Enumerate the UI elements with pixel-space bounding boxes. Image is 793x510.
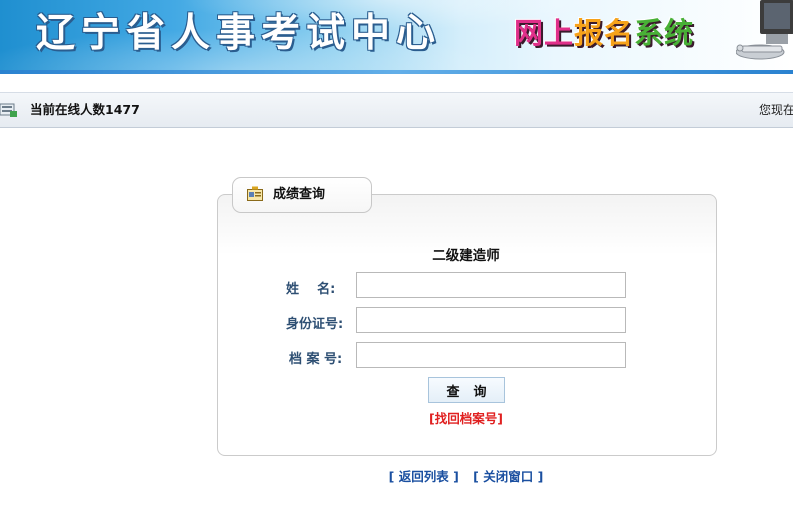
status-bar: 当前在线人数1477 您现在 bbox=[0, 92, 793, 128]
exam-name: 二级建造师 bbox=[432, 248, 500, 264]
id-number-label: 身份证号: bbox=[286, 317, 344, 332]
query-button[interactable]: 查询 bbox=[428, 377, 505, 403]
welcome-text: 您现在 bbox=[759, 103, 793, 117]
online-count-label: 当前在线人数1477 bbox=[30, 102, 140, 117]
footer-links: [ 返回列表 ] [ 关闭窗口 ] bbox=[217, 468, 715, 486]
name-input[interactable] bbox=[356, 272, 626, 298]
computer-icon bbox=[736, 0, 793, 60]
back-to-list-link[interactable]: [ 返回列表 ] bbox=[389, 469, 459, 484]
panel-title: 成绩查询 bbox=[273, 187, 326, 202]
panel-tab: 成绩查询 bbox=[232, 177, 372, 213]
certificate-icon bbox=[247, 186, 263, 201]
archive-number-input[interactable] bbox=[356, 342, 626, 368]
site-title: 辽宁省人事考试中心 bbox=[36, 11, 442, 56]
status-bar-icon bbox=[0, 103, 17, 117]
system-title: 网上报名系统 bbox=[514, 16, 695, 50]
name-label: 姓 名: bbox=[286, 282, 336, 297]
banner-divider bbox=[0, 70, 793, 74]
find-archive-number-link[interactable]: [找回档案号] bbox=[217, 410, 715, 428]
close-window-link[interactable]: [ 关闭窗口 ] bbox=[473, 469, 543, 484]
header-banner: 辽宁省人事考试中心 网上报名系统 bbox=[0, 0, 793, 70]
id-number-input[interactable] bbox=[356, 307, 626, 333]
archive-number-label: 档 案 号: bbox=[289, 352, 343, 367]
